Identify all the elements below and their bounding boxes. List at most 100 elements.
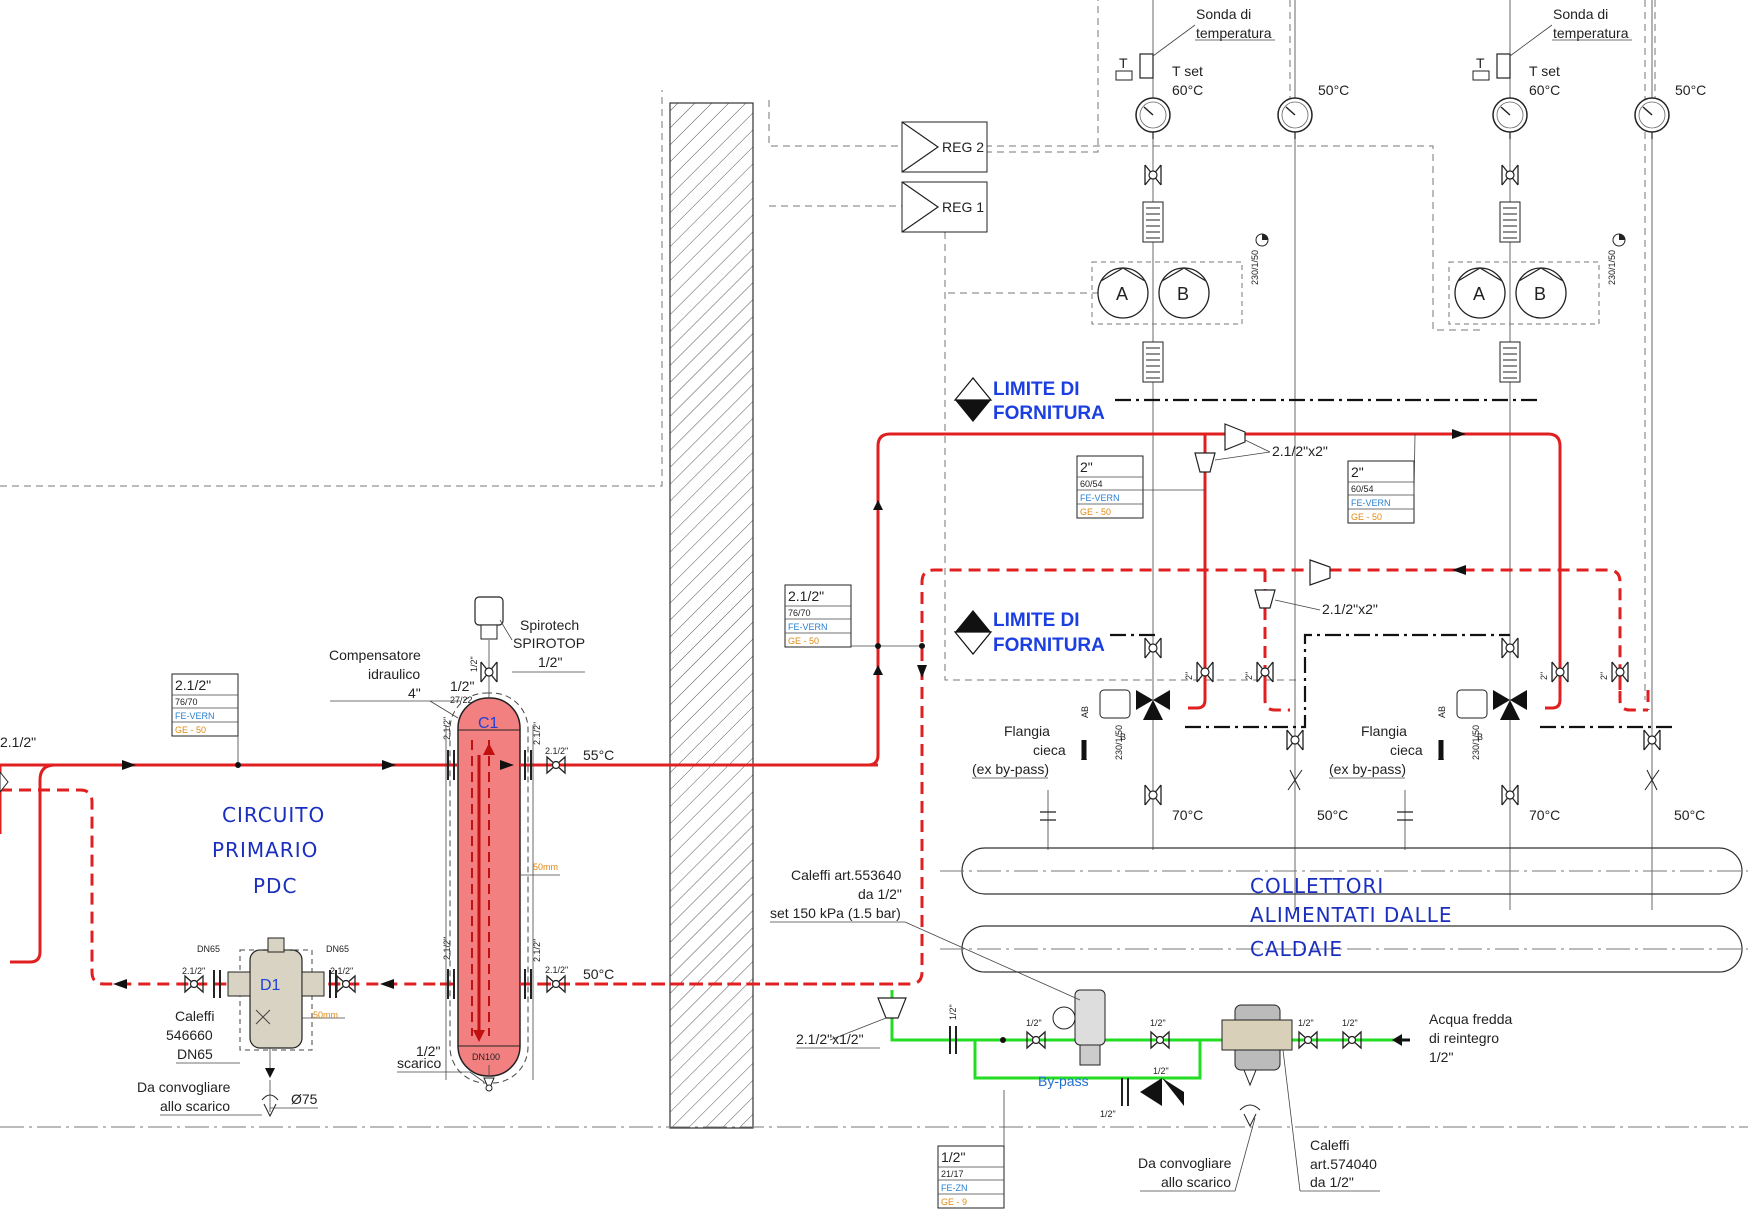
svg-text:FE-VERN: FE-VERN: [1351, 498, 1391, 508]
svg-text:Caleffi art.553640: Caleffi art.553640: [791, 867, 901, 883]
temperature-probe-icon: [1139, 53, 1154, 79]
svg-text:allo scarico: allo scarico: [1161, 1174, 1231, 1190]
sensor-label: temperatura: [1196, 25, 1272, 41]
svg-text:2": 2": [1184, 672, 1194, 680]
tset-label: T set: [1529, 63, 1560, 79]
svg-text:FE-VERN: FE-VERN: [1080, 493, 1120, 503]
hydraulic-compensator: C1 DN100 50mm 2.1/2" 2.1/2" 2.1/2" 2.1/2…: [329, 596, 910, 1092]
return-temp: 50°C: [1318, 82, 1349, 98]
svg-text:Da convogliare: Da convogliare: [1138, 1155, 1232, 1171]
svg-text:ALIMENTATI DALLE: ALIMENTATI DALLE: [1250, 903, 1453, 927]
svg-text:50mm: 50mm: [313, 1010, 338, 1020]
sensor-label: Sonda di: [1553, 6, 1608, 22]
pipe-tag-riser: 2.1/2" 76/70 FE-VERN GE - 50: [784, 584, 925, 649]
branch-valves: 2" 2" 2" 2": [1184, 661, 1648, 712]
svg-text:60/54: 60/54: [1080, 479, 1103, 489]
supply-limit-lower: LIMITE DI FORNITURA: [953, 610, 1675, 729]
svg-text:COLLETTORI: COLLETTORI: [1250, 874, 1384, 898]
svg-text:DN65: DN65: [197, 944, 220, 954]
svg-text:70°C: 70°C: [1529, 807, 1560, 823]
svg-text:2.1/2": 2.1/2": [442, 717, 452, 740]
svg-text:A: A: [1116, 284, 1128, 304]
svg-text:DN100: DN100: [472, 1052, 500, 1062]
svg-text:50mm: 50mm: [533, 862, 558, 872]
tset-label: T set: [1172, 63, 1203, 79]
svg-text:55°C: 55°C: [583, 747, 614, 763]
svg-text:1/2": 1/2": [450, 678, 474, 694]
svg-text:art.574040: art.574040: [1310, 1156, 1377, 1172]
svg-text:GE - 50: GE - 50: [175, 725, 206, 735]
svg-text:1/2": 1/2": [1153, 1066, 1169, 1076]
svg-text:set 150 kPa (1.5 bar): set 150 kPa (1.5 bar): [770, 905, 901, 921]
svg-text:2.1/2": 2.1/2": [182, 966, 205, 976]
regulator-reg1: REG 1: [901, 181, 988, 233]
thermometer-icon: [1634, 97, 1670, 140]
svg-text:da 1/2": da 1/2": [858, 886, 902, 902]
thermometer-icon: [1277, 97, 1313, 140]
svg-text:DN65: DN65: [177, 1046, 213, 1062]
svg-text:230/1/50: 230/1/50: [1114, 725, 1124, 760]
mixing-valve-1: AB A B 230/1/50 70°C 50°C Flangia cieca …: [972, 637, 1348, 850]
pipe-tag-fill: 1/2" 21/17 FE-ZN GE - 9: [937, 1090, 1005, 1209]
svg-text:Flangia: Flangia: [1361, 723, 1407, 739]
svg-text:Compensatore: Compensatore: [329, 647, 421, 663]
svg-text:REG 2: REG 2: [942, 139, 984, 155]
twin-pump-1: A B 230/1/50: [1091, 233, 1269, 325]
svg-text:230/1/50: 230/1/50: [1607, 250, 1617, 285]
svg-text:2": 2": [1599, 672, 1609, 680]
thermometer-icon: [1492, 97, 1528, 140]
svg-text:2.1/2": 2.1/2": [545, 965, 568, 975]
svg-text:FE-ZN: FE-ZN: [941, 1183, 968, 1193]
svg-text:2.1/2": 2.1/2": [788, 588, 824, 604]
flex-joint-icon: [1499, 201, 1521, 243]
svg-text:Caleffi: Caleffi: [175, 1008, 214, 1024]
svg-text:B: B: [1534, 284, 1546, 304]
flex-joint-icon: [1499, 341, 1521, 383]
svg-text:(ex by-pass): (ex by-pass): [1329, 761, 1406, 777]
svg-text:FORNITURA: FORNITURA: [993, 403, 1105, 424]
svg-text:(ex by-pass): (ex by-pass): [972, 761, 1049, 777]
svg-text:REG 1: REG 1: [942, 199, 984, 215]
svg-text:27/22: 27/22: [450, 695, 473, 705]
svg-text:DN65: DN65: [326, 944, 349, 954]
svg-text:2": 2": [1539, 672, 1549, 680]
svg-text:B: B: [1177, 284, 1189, 304]
svg-text:2.1/2"x1/2": 2.1/2"x1/2": [796, 1031, 864, 1047]
flex-joint-icon: [1142, 341, 1164, 383]
flex-joint-icon: [1142, 201, 1164, 243]
svg-text:2": 2": [1351, 464, 1364, 480]
sensor-label: temperatura: [1553, 25, 1629, 41]
svg-text:C1: C1: [478, 715, 499, 732]
svg-text:76/70: 76/70: [788, 608, 811, 618]
tset-value: 60°C: [1529, 82, 1560, 98]
svg-text:50°C: 50°C: [1674, 807, 1705, 823]
svg-text:1/2": 1/2": [538, 654, 562, 670]
svg-text:4": 4": [408, 685, 421, 701]
svg-text:2": 2": [1244, 672, 1254, 680]
svg-text:2.1/2": 2.1/2": [442, 937, 452, 960]
svg-text:GE - 50: GE - 50: [1351, 512, 1382, 522]
svg-text:50°C: 50°C: [583, 966, 614, 982]
sensor-t-label: T: [1119, 55, 1128, 71]
sensor-label: Sonda di: [1196, 6, 1251, 22]
thermometer-icon: [1135, 97, 1171, 140]
svg-text:60/54: 60/54: [1351, 484, 1374, 494]
supply-limit-upper: LIMITE DI FORNITURA: [953, 377, 1540, 424]
svg-text:2.1/2": 2.1/2": [330, 966, 353, 976]
svg-text:2": 2": [1080, 459, 1093, 475]
svg-text:D1: D1: [260, 977, 281, 994]
svg-text:GE - 50: GE - 50: [1080, 507, 1111, 517]
svg-text:1/2": 1/2": [1150, 1018, 1166, 1028]
temperature-probe-icon: [1496, 53, 1511, 79]
svg-text:230/1/50: 230/1/50: [1471, 725, 1481, 760]
svg-text:idraulico: idraulico: [368, 666, 420, 682]
svg-text:70°C: 70°C: [1172, 807, 1203, 823]
svg-text:GE - 50: GE - 50: [788, 636, 819, 646]
svg-text:1/2": 1/2": [1100, 1109, 1116, 1119]
pipe-tag-primary: 2.1/2" 76/70 FE-VERN GE - 50: [171, 673, 241, 768]
svg-text:AB: AB: [1080, 706, 1090, 718]
svg-text:2.1/2": 2.1/2": [532, 939, 542, 962]
svg-text:76/70: 76/70: [175, 697, 198, 707]
svg-text:scarico: scarico: [397, 1055, 442, 1071]
svg-text:1/2": 1/2": [469, 656, 479, 672]
